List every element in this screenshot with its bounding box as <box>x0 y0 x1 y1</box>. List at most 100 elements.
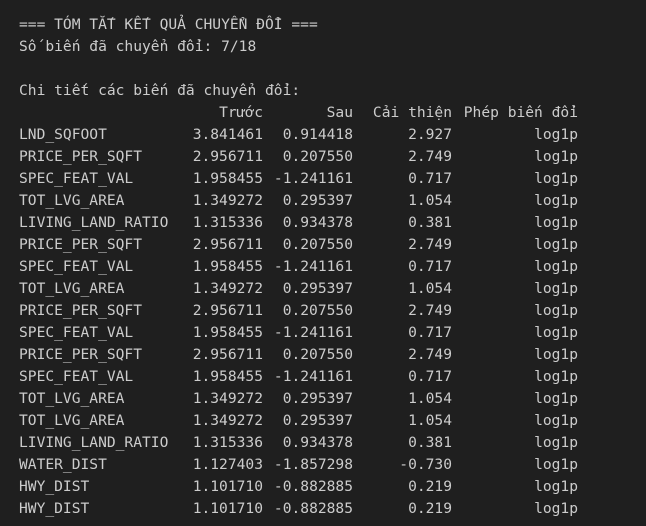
column-header-name <box>19 102 189 124</box>
table-header-row: Trước Sau Cải thiện Phép biến đổi <box>19 102 578 124</box>
cell-improvement: 1.054 <box>408 192 452 209</box>
cell-transform: log1p <box>534 434 578 451</box>
cell-before: 1.349272 <box>192 412 263 429</box>
cell-transform: log1p <box>534 456 578 473</box>
cell-variable-name: PRICE_PER_SQFT <box>19 148 143 165</box>
cell-improvement: 0.717 <box>408 170 452 187</box>
cell-variable-name: SPEC_FEAT_VAL <box>19 258 134 275</box>
cell-after: -1.241161 <box>273 324 353 341</box>
cell-before: 2.956711 <box>192 148 263 165</box>
cell-transform: log1p <box>534 412 578 429</box>
column-header-transform: Phép biến đổi <box>463 104 578 121</box>
cell-improvement: 1.054 <box>408 390 452 407</box>
table-row: TOT_LVG_AREA 1.349272 0.295397 1.054 log1p <box>19 278 578 300</box>
cell-transform: log1p <box>534 126 578 143</box>
cell-before: 1.349272 <box>192 192 263 209</box>
column-header-improvement: Cải thiện <box>372 104 452 121</box>
cell-before: 2.956711 <box>192 236 263 253</box>
cell-transform: log1p <box>534 148 578 165</box>
cell-before: 1.315336 <box>192 434 263 451</box>
cell-transform: log1p <box>534 478 578 495</box>
cell-variable-name: TOT_LVG_AREA <box>19 280 125 297</box>
cell-variable-name: WATER_DIST <box>19 456 107 473</box>
table-row: PRICE_PER_SQFT 2.956711 0.207550 2.749 log1p <box>19 146 578 168</box>
table-row: LIVING_LAND_RATIO 1.315336 0.934378 0.381 lo… <box>19 432 578 454</box>
cell-transform: log1p <box>534 236 578 253</box>
cell-before: 1.958455 <box>192 368 263 385</box>
cell-before: 1.315336 <box>192 214 263 231</box>
cell-improvement: -0.730 <box>399 456 452 473</box>
summary-header: === TÓM TẮT KẾT QUẢ CHUYỂN ĐỔI === <box>19 16 318 33</box>
column-header-before: Trước <box>219 104 263 121</box>
cell-after: 0.934378 <box>282 434 353 451</box>
cell-after: -1.241161 <box>273 368 353 385</box>
cell-variable-name: HWY_DIST <box>19 478 90 495</box>
table-row: SPEC_FEAT_VAL 1.958455 -1.241161 0.717 log1p <box>19 366 578 388</box>
cell-before: 1.958455 <box>192 170 263 187</box>
cell-transform: log1p <box>534 324 578 341</box>
cell-variable-name: LIVING_LAND_RATIO <box>19 214 169 231</box>
cell-before: 1.127403 <box>192 456 263 473</box>
results-table: Trước Sau Cải thiện Phép biến đổi LND_SQ… <box>19 102 578 520</box>
cell-improvement: 1.054 <box>408 280 452 297</box>
cell-variable-name: SPEC_FEAT_VAL <box>19 170 134 187</box>
converted-count: Số biến đã chuyển đổi: 7/18 <box>19 38 257 55</box>
cell-improvement: 0.381 <box>408 434 452 451</box>
cell-variable-name: HWY_DIST <box>19 500 90 517</box>
table-row: HWY_DIST 1.101710 -0.882885 0.219 log1p <box>19 476 578 498</box>
cell-after: 0.207550 <box>282 302 353 319</box>
cell-before: 3.841461 <box>192 126 263 143</box>
cell-after: 0.207550 <box>282 346 353 363</box>
cell-transform: log1p <box>534 302 578 319</box>
cell-variable-name: TOT_LVG_AREA <box>19 390 125 407</box>
cell-transform: log1p <box>534 280 578 297</box>
cell-improvement: 0.717 <box>408 258 452 275</box>
cell-variable-name: PRICE_PER_SQFT <box>19 346 143 363</box>
output-content: === TÓM TẮT KẾT QUẢ CHUYỂN ĐỔI === Số bi… <box>19 14 646 520</box>
cell-improvement: 0.219 <box>408 478 452 495</box>
table-row: TOT_LVG_AREA 1.349272 0.295397 1.054 log1p <box>19 388 578 410</box>
table-row: TOT_LVG_AREA 1.349272 0.295397 1.054 log1p <box>19 190 578 212</box>
cell-variable-name: PRICE_PER_SQFT <box>19 302 143 319</box>
table-row: HWY_DIST 1.101710 -0.882885 0.219 log1p <box>19 498 578 520</box>
cell-variable-name: PRICE_PER_SQFT <box>19 236 143 253</box>
cell-transform: log1p <box>534 390 578 407</box>
table-row: PRICE_PER_SQFT 2.956711 0.207550 2.749 log1p <box>19 300 578 322</box>
cell-after: 0.295397 <box>282 192 353 209</box>
cell-improvement: 0.381 <box>408 214 452 231</box>
cell-after: -1.241161 <box>273 170 353 187</box>
cell-before: 1.349272 <box>192 280 263 297</box>
cell-after: -0.882885 <box>273 500 353 517</box>
cell-before: 1.101710 <box>192 478 263 495</box>
details-title: Chi tiết các biến đã chuyển đổi: <box>19 82 301 99</box>
cell-improvement: 1.054 <box>408 412 452 429</box>
table-row: SPEC_FEAT_VAL 1.958455 -1.241161 0.717 log1p <box>19 168 578 190</box>
cell-variable-name: TOT_LVG_AREA <box>19 192 125 209</box>
cell-after: 0.934378 <box>282 214 353 231</box>
cell-variable-name: SPEC_FEAT_VAL <box>19 368 134 385</box>
cell-transform: log1p <box>534 170 578 187</box>
cell-variable-name: LIVING_LAND_RATIO <box>19 434 169 451</box>
cell-variable-name: SPEC_FEAT_VAL <box>19 324 134 341</box>
cell-transform: log1p <box>534 214 578 231</box>
cell-before: 1.958455 <box>192 258 263 275</box>
table-row: WATER_DIST 1.127403 -1.857298 -0.730 log1p <box>19 454 578 476</box>
cell-improvement: 2.749 <box>408 302 452 319</box>
cell-transform: log1p <box>534 258 578 275</box>
cell-improvement: 0.717 <box>408 324 452 341</box>
cell-before: 2.956711 <box>192 302 263 319</box>
cell-after: -0.882885 <box>273 478 353 495</box>
cell-transform: log1p <box>534 368 578 385</box>
cell-transform: log1p <box>534 192 578 209</box>
table-row: LIVING_LAND_RATIO 1.315336 0.934378 0.381 lo… <box>19 212 578 234</box>
table-row: PRICE_PER_SQFT 2.956711 0.207550 2.749 log1p <box>19 234 578 256</box>
terminal-output[interactable]: === TÓM TẮT KẾT QUẢ CHUYỂN ĐỔI === Số bi… <box>0 0 646 526</box>
table-row: SPEC_FEAT_VAL 1.958455 -1.241161 0.717 log1p <box>19 322 578 344</box>
cell-improvement: 0.717 <box>408 368 452 385</box>
cell-variable-name: TOT_LVG_AREA <box>19 412 125 429</box>
cell-after: 0.295397 <box>282 280 353 297</box>
cell-after: -1.241161 <box>273 258 353 275</box>
cell-variable-name: LND_SQFOOT <box>19 126 107 143</box>
table-row: TOT_LVG_AREA 1.349272 0.295397 1.054 log1p <box>19 410 578 432</box>
cell-transform: log1p <box>534 500 578 517</box>
